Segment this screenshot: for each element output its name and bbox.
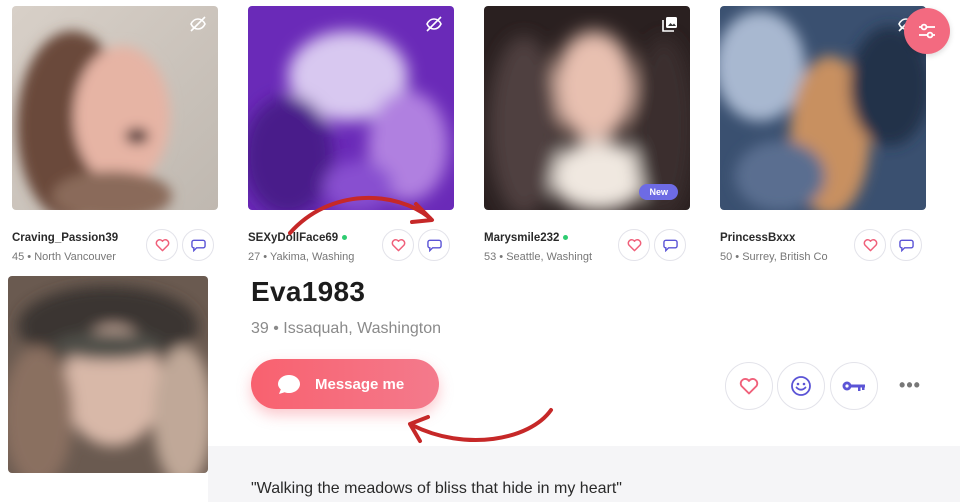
chat-bubble-icon [426,239,442,252]
profile-meta: 39 • Issaquah, Washington [251,320,442,337]
key-icon [842,381,865,391]
card-meta: 45 • North Vancouver [12,251,116,263]
like-button[interactable] [854,229,886,261]
message-me-label: Message me [315,375,405,393]
card-username[interactable]: Craving_Passion39 [12,232,118,244]
card-meta: 53 • Seattle, Washingt [484,251,593,263]
filter-button[interactable] [904,8,950,54]
card-username[interactable]: Marysmile232 [484,232,569,244]
chat-button[interactable] [182,229,214,261]
profile-photo-blurred[interactable] [248,6,454,210]
chat-bubble-icon [898,239,914,252]
gallery-icon [660,14,680,34]
smiley-icon [791,376,811,396]
profile-photo-blurred[interactable]: New [484,6,690,210]
hidden-photo-icon [188,14,208,34]
profile-photo-blurred[interactable] [12,6,218,210]
card-username[interactable]: PrincessBxxx [720,232,795,244]
chat-button[interactable] [890,229,922,261]
chat-bubble-icon [662,239,678,252]
heart-icon [155,239,169,252]
chat-button[interactable] [654,229,686,261]
wink-button[interactable] [777,362,825,410]
heart-icon [863,239,877,252]
card-username[interactable]: SEXyDollFace69 [248,232,348,244]
profile-main-photo[interactable] [8,276,208,473]
card-meta: 27 • Yakima, Washing [248,251,355,263]
new-badge: New [639,184,678,200]
chat-bubble-icon [190,239,206,252]
online-indicator [563,235,569,241]
profile-quote: "Walking the meadows of bliss that hide … [251,480,622,497]
more-options-icon[interactable]: ••• [898,375,922,395]
profile-photo-blurred[interactable] [720,6,926,210]
profile-username: Eva1983 [251,276,366,307]
message-me-button[interactable]: Message me [251,359,439,409]
heart-icon [739,378,759,395]
like-button[interactable] [382,229,414,261]
like-button[interactable] [146,229,178,261]
like-button[interactable] [618,229,650,261]
heart-icon [627,239,641,252]
hidden-photo-icon [424,14,444,34]
card-meta: 50 • Surrey, British Co [720,251,828,263]
like-profile-button[interactable] [725,362,773,410]
online-indicator [342,235,348,241]
chat-button[interactable] [418,229,450,261]
heart-icon [391,239,405,252]
private-access-button[interactable] [830,362,878,410]
sliders-icon [919,23,935,39]
chat-bubble-icon [277,373,303,395]
